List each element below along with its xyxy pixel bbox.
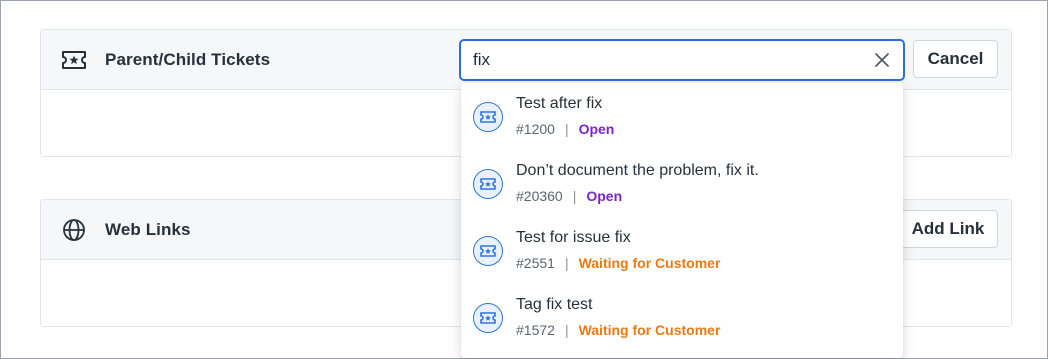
result-title: Tag fix test: [516, 296, 593, 313]
search-result-item[interactable]: Tag fix test #1572 | Waiting for Custome…: [461, 284, 903, 350]
app-frame: Parent/Child Tickets Web Links Cancel Ad…: [0, 0, 1048, 359]
add-link-button[interactable]: Add Link: [898, 210, 998, 248]
status-badge: Waiting for Customer: [578, 322, 721, 338]
result-title: Don’t document the problem, fix it.: [516, 162, 759, 179]
status-badge: Open: [586, 188, 623, 204]
ticket-number: #20360: [516, 188, 563, 204]
search-results-dropdown: Test after fix #1200 | Open Don’t docume…: [461, 83, 903, 358]
ticket-number: #2551: [516, 255, 555, 271]
ticket-icon: [473, 102, 503, 132]
cancel-button[interactable]: Cancel: [913, 40, 998, 78]
search-result-item[interactable]: Test after fix #1200 | Open: [461, 83, 903, 149]
ticket-number: #1572: [516, 322, 555, 338]
status-badge: Waiting for Customer: [578, 255, 721, 271]
card-title: Web Links: [105, 219, 191, 239]
separator: |: [564, 322, 569, 338]
ticket-number: #1200: [516, 121, 555, 137]
result-meta: #20360 | Open: [516, 188, 622, 204]
close-icon[interactable]: [867, 45, 897, 75]
ticket-icon: [473, 236, 503, 266]
ticket-star-icon: [61, 47, 87, 73]
globe-icon: [61, 217, 87, 243]
search-result-item[interactable]: Test for issue fix #2551 | Waiting for C…: [461, 217, 903, 283]
result-meta: #1572 | Waiting for Customer: [516, 322, 720, 338]
search-result-item[interactable]: Don’t document the problem, fix it. #203…: [461, 150, 903, 216]
ticket-icon: [473, 169, 503, 199]
result-meta: #2551 | Waiting for Customer: [516, 255, 720, 271]
ticket-search-input[interactable]: [473, 50, 867, 70]
separator: |: [564, 121, 569, 137]
separator: |: [572, 188, 577, 204]
result-title: Test after fix: [516, 95, 603, 112]
result-title: Test for issue fix: [516, 229, 631, 246]
result-meta: #1200 | Open: [516, 121, 614, 137]
card-title: Parent/Child Tickets: [105, 49, 271, 69]
ticket-search-box[interactable]: [459, 39, 905, 81]
separator: |: [564, 255, 569, 271]
ticket-icon: [473, 303, 503, 333]
status-badge: Open: [578, 121, 615, 137]
